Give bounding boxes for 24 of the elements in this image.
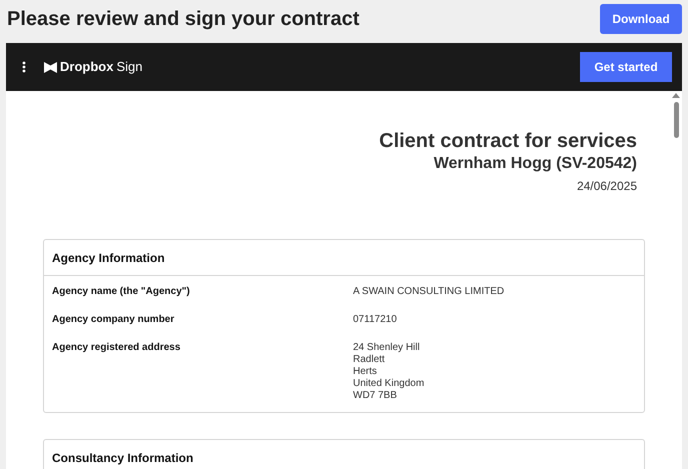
- field-value: Radlett: [353, 354, 385, 366]
- page-title: Please review and sign your contract: [7, 6, 360, 32]
- field-value: Herts: [353, 366, 377, 378]
- field-label: Agency registered address: [52, 342, 180, 353]
- field-value: A SWAIN CONSULTING LIMITED: [353, 286, 504, 298]
- logo-icon: [44, 62, 57, 72]
- brand-product: Sign: [116, 58, 142, 76]
- get-started-button[interactable]: Get started: [580, 52, 672, 82]
- scroll-up-icon[interactable]: [672, 93, 680, 98]
- field-value: 24 Shenley Hill: [353, 342, 420, 354]
- field-value: 07117210: [353, 314, 397, 326]
- field-value: WD7 7BB: [353, 390, 397, 402]
- section-heading: Consultancy Information: [52, 450, 194, 466]
- download-button[interactable]: Download: [600, 4, 682, 34]
- field-label: Agency name (the "Agency"): [52, 286, 190, 297]
- more-options-icon[interactable]: [22, 61, 26, 73]
- brand-name: Dropbox: [60, 58, 114, 76]
- field-value: United Kingdom: [353, 378, 424, 390]
- document-subtitle: Wernham Hogg (SV-20542): [434, 154, 637, 174]
- section-heading: Agency Information: [52, 250, 165, 266]
- document-date: 24/06/2025: [576, 178, 637, 195]
- scrollbar-thumb[interactable]: [674, 102, 678, 138]
- document-title: Client contract for services: [379, 129, 637, 153]
- field-label: Agency company number: [52, 314, 174, 325]
